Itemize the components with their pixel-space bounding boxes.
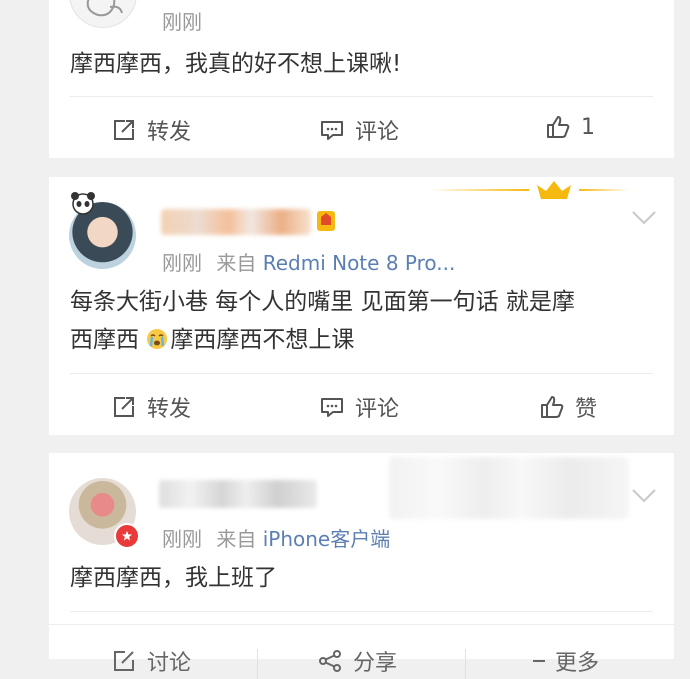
source-prefix: 来自 [216, 527, 257, 551]
source-link[interactable]: iPhone客户端 [263, 527, 391, 551]
share-icon [319, 650, 341, 672]
thumbs-up-icon [541, 396, 564, 418]
post-text: 每条大街小巷 每个人的嘴里 见面第一句话 就是摩 西摩西 摩西摩西不想上课 [70, 283, 575, 359]
comment-icon [321, 398, 343, 417]
post-meta: 刚刚 来自 iPhone客户端 [162, 523, 390, 552]
discuss-button[interactable]: 讨论 [111, 645, 191, 677]
post-text: 摩西摩西，我上班了 [70, 565, 277, 591]
divider [70, 373, 653, 374]
bottom-action-bar: 讨论 分享 更多 [49, 624, 674, 679]
repost-icon [114, 397, 134, 417]
post-text-part: 西摩西 [70, 327, 147, 353]
crown-decoration-icon [429, 181, 629, 199]
repost-button[interactable]: 转发 [111, 391, 191, 423]
discuss-label: 讨论 [147, 651, 192, 676]
post-time: 刚刚 [162, 10, 202, 34]
member-badge-icon [317, 211, 335, 231]
comment-button[interactable]: 评论 [319, 114, 399, 146]
source-prefix: 来自 [216, 251, 257, 275]
repost-label: 转发 [147, 397, 192, 422]
username-redacted[interactable] [159, 480, 317, 508]
post-text-part: 摩西摩西不想上课 [170, 327, 355, 353]
more-button[interactable]: 更多 [533, 645, 599, 677]
crying-face-icon [146, 324, 168, 349]
divider [70, 611, 653, 612]
post-time: 刚刚 [162, 251, 202, 275]
repost-button[interactable]: 转发 [111, 114, 191, 146]
divider [257, 649, 258, 679]
like-label: 赞 [575, 397, 598, 422]
avatar[interactable] [69, 0, 137, 28]
divider [70, 96, 653, 97]
like-button[interactable]: 1 [545, 114, 595, 140]
chevron-down-icon[interactable] [632, 211, 656, 225]
cartoon-avatar-icon [86, 0, 123, 17]
background-decoration [389, 457, 629, 519]
more-label: 更多 [555, 651, 600, 676]
comment-icon [321, 121, 343, 140]
repost-label: 转发 [147, 120, 192, 145]
username-redacted[interactable] [161, 209, 311, 235]
post-text-line-2: 西摩西 摩西摩西不想上课 [70, 321, 575, 359]
panda-pendant-icon [71, 192, 95, 215]
post-card-2: 刚刚 来自 Redmi Note 8 Pro... 每条大街小巷 每个人的嘴里 … [49, 177, 674, 435]
comment-label: 评论 [355, 120, 400, 145]
like-count: 1 [581, 114, 595, 140]
thumbs-up-icon [547, 116, 570, 138]
comment-button[interactable]: 评论 [319, 391, 399, 423]
post-card-1: 刚刚 摩西摩西，我真的好不想上课啾! 转发 评论 1 [49, 0, 674, 158]
edit-icon [114, 651, 134, 671]
verified-badge-icon [114, 523, 140, 549]
share-button[interactable]: 分享 [317, 645, 397, 677]
post-meta: 刚刚 来自 Redmi Note 8 Pro... [162, 247, 455, 276]
comment-label: 评论 [355, 397, 400, 422]
more-icon [533, 660, 545, 662]
repost-icon [114, 120, 134, 140]
like-button[interactable]: 赞 [539, 391, 597, 423]
post-text-line-1: 每条大街小巷 每个人的嘴里 见面第一句话 就是摩 [70, 289, 575, 315]
chevron-down-icon[interactable] [632, 489, 656, 503]
post-time: 刚刚 [162, 527, 202, 551]
share-label: 分享 [353, 651, 398, 676]
source-link[interactable]: Redmi Note 8 Pro... [263, 251, 456, 275]
post-text: 摩西摩西，我真的好不想上课啾! [70, 51, 402, 77]
divider [465, 649, 466, 679]
